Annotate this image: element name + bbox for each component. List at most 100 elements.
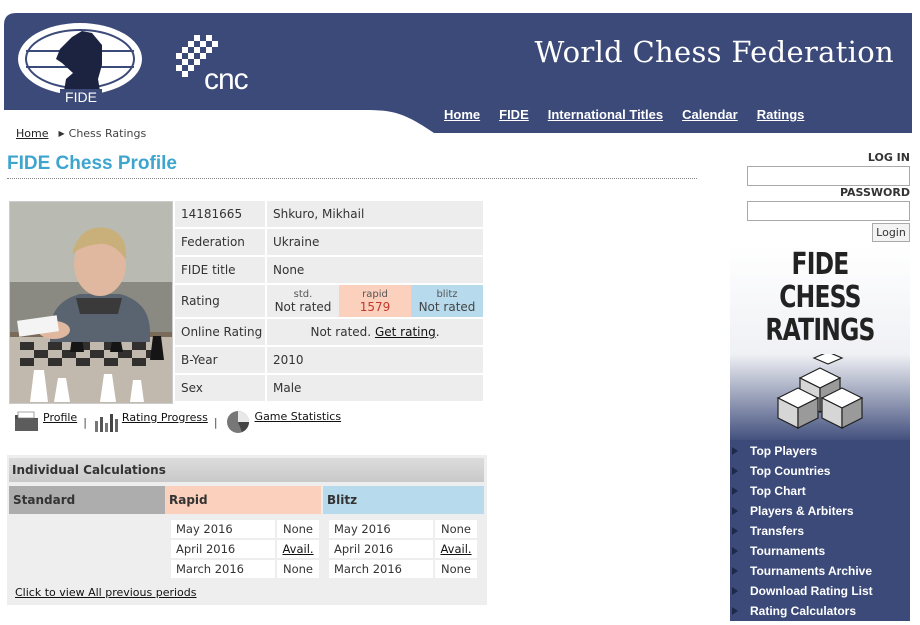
rating-blitz: blitz Not rated: [411, 285, 483, 317]
site-header: FIDE cnc World Chess Federation Home FID…: [4, 13, 912, 133]
calc-value: None: [277, 560, 319, 578]
rating-blitz-value: Not rated: [418, 299, 476, 314]
online-rating-value: Not rated. Get rating.: [267, 319, 483, 345]
menu-tournaments-archive[interactable]: Tournaments Archive: [730, 561, 910, 581]
federation-value: Ukraine: [267, 229, 483, 255]
calc-avail-link[interactable]: Avail.: [435, 540, 477, 558]
fide-title-value: None: [267, 257, 483, 283]
game-statistics-link[interactable]: Game Statistics: [224, 408, 342, 434]
breadcrumb-current: Chess Ratings: [68, 127, 147, 140]
profile-row-title: FIDE title None: [175, 257, 485, 285]
menu-players-arbiters[interactable]: Players & Arbiters: [730, 501, 910, 521]
calc-month: March 2016: [329, 560, 433, 578]
menu-transfers[interactable]: Transfers: [730, 521, 910, 541]
profile-row-federation: Federation Ukraine: [175, 229, 485, 257]
title-divider: [7, 178, 697, 179]
login-button[interactable]: Login: [872, 223, 910, 242]
rating-label: Rating: [175, 285, 267, 317]
profile-table: 14181665 Shkuro, Mikhail Federation Ukra…: [175, 201, 485, 403]
banner-line: RATINGS: [765, 313, 875, 348]
game-statistics-link-label[interactable]: Game Statistics: [255, 410, 342, 423]
online-rating-text: Not rated.: [310, 325, 372, 339]
nav-calendar[interactable]: Calendar: [682, 107, 738, 122]
calc-row: March 2016 None: [329, 560, 477, 578]
rating-rapid: rapid 1579: [339, 285, 411, 317]
bar-chart-icon: [94, 414, 118, 432]
login-field[interactable]: [747, 166, 910, 186]
nav-fide[interactable]: FIDE: [499, 107, 529, 122]
calc-row: May 2016 None: [171, 520, 319, 538]
player-photo: [9, 201, 173, 404]
link-separator: |: [213, 415, 218, 429]
rating-rapid-label: rapid: [362, 288, 388, 300]
calc-column-blitz: Blitz: [323, 486, 484, 514]
menu-tournaments[interactable]: Tournaments: [730, 541, 910, 561]
calc-month: April 2016: [171, 540, 275, 558]
calc-row: April 2016 Avail.: [171, 540, 319, 558]
nav-international-titles[interactable]: International Titles: [548, 107, 663, 122]
calc-value: None: [277, 520, 319, 538]
calculations-title: Individual Calculations: [9, 458, 484, 482]
page-title: FIDE Chess Profile: [7, 153, 177, 174]
fide-logo-icon[interactable]: FIDE: [16, 19, 144, 105]
online-rating-suffix: .: [435, 325, 440, 339]
breadcrumb-home[interactable]: Home: [16, 127, 48, 140]
fide-logo-text: FIDE: [65, 89, 97, 105]
calc-value: None: [435, 560, 477, 578]
password-field[interactable]: [747, 201, 910, 221]
blitz-periods-list: May 2016 None April 2016 Avail. March 20…: [329, 520, 477, 580]
cnc-logo-icon: cnc: [176, 35, 250, 93]
rating-standard: std. Not rated: [267, 285, 339, 317]
cubes-icon: [776, 354, 864, 429]
menu-rating-calculators[interactable]: Rating Calculators: [730, 601, 910, 621]
rating-values: std. Not rated rapid 1579 blitz Not rate…: [267, 285, 483, 317]
folder-icon: [15, 411, 38, 431]
rapid-periods-list: May 2016 None April 2016 Avail. March 20…: [171, 520, 319, 580]
byear-label: B-Year: [175, 347, 267, 373]
menu-download-rating-list[interactable]: Download Rating List: [730, 581, 910, 601]
calc-column-standard: Standard: [9, 486, 165, 514]
top-navigation: Home FIDE International Titles Calendar …: [444, 107, 823, 122]
site-title: World Chess Federation: [534, 35, 894, 69]
calc-row: March 2016 None: [171, 560, 319, 578]
rating-progress-link-label[interactable]: Rating Progress: [122, 411, 208, 424]
sex-value: Male: [267, 375, 483, 401]
pie-chart-icon: [226, 411, 249, 433]
fide-id-value: 14181665: [175, 201, 267, 227]
breadcrumb-arrow-icon: ▶: [58, 129, 65, 138]
banner-line: CHESS: [779, 280, 861, 315]
nav-home[interactable]: Home: [444, 107, 480, 122]
banner-line: FIDE: [791, 247, 850, 282]
calc-avail-link[interactable]: Avail.: [277, 540, 319, 558]
menu-top-chart[interactable]: Top Chart: [730, 481, 910, 501]
online-rating-label: Online Rating: [175, 319, 267, 345]
ratings-side-menu: Top Players Top Countries Top Chart Play…: [730, 440, 910, 621]
profile-link[interactable]: Profile: [14, 409, 77, 433]
breadcrumb: Home ▶ Chess Ratings: [16, 127, 146, 140]
profile-row-online: Online Rating Not rated. Get rating.: [175, 319, 485, 347]
profile-row-rating: Rating std. Not rated rapid 1579 blitz N…: [175, 285, 485, 319]
calc-month: March 2016: [171, 560, 275, 578]
profile-links: Profile | Rating Progress | Game Statist…: [14, 408, 341, 434]
get-rating-link[interactable]: Get rating: [375, 325, 436, 339]
view-all-periods-link[interactable]: Click to view All previous periods: [15, 586, 197, 599]
profile-link-label[interactable]: Profile: [43, 411, 77, 424]
password-label: PASSWORD: [839, 186, 910, 199]
profile-row-byear: B-Year 2010: [175, 347, 485, 375]
rating-progress-link[interactable]: Rating Progress: [93, 409, 208, 433]
calc-column-rapid: Rapid: [165, 486, 321, 514]
profile-row-id: 14181665 Shkuro, Mikhail: [175, 201, 485, 229]
nav-ratings[interactable]: Ratings: [757, 107, 805, 122]
banner-title: FIDE CHESS RATINGS: [750, 248, 890, 347]
fide-chess-ratings-banner[interactable]: FIDE CHESS RATINGS: [730, 244, 910, 444]
menu-top-countries[interactable]: Top Countries: [730, 461, 910, 481]
rating-standard-value: Not rated: [274, 299, 332, 314]
calc-month: May 2016: [171, 520, 275, 538]
byear-value: 2010: [267, 347, 483, 373]
login-label: LOG IN: [867, 151, 910, 164]
menu-top-players[interactable]: Top Players: [730, 441, 910, 461]
rating-standard-label: std.: [293, 288, 313, 300]
sex-label: Sex: [175, 375, 267, 401]
player-name: Shkuro, Mikhail: [267, 201, 483, 227]
calc-row: April 2016 Avail.: [329, 540, 477, 558]
